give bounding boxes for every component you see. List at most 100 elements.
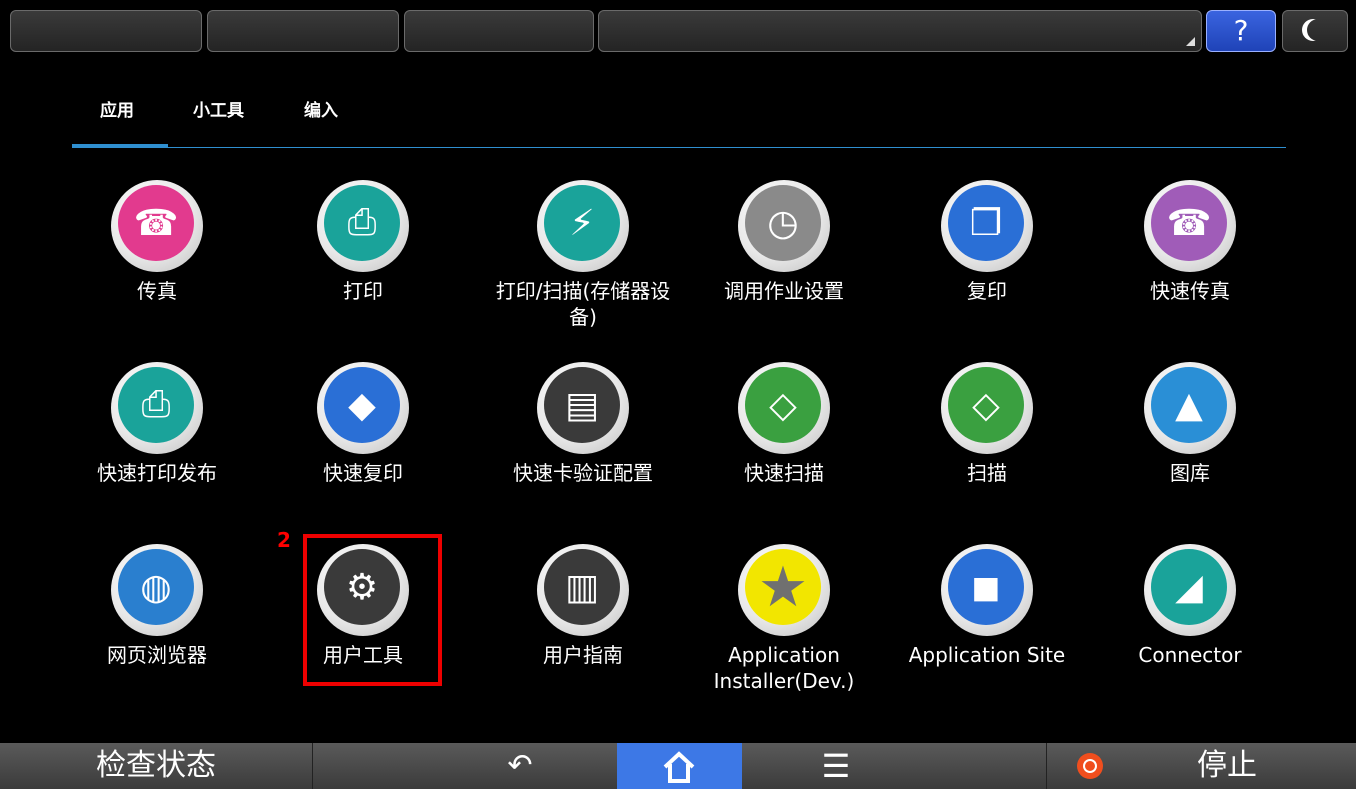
menu-icon: ☰: [821, 747, 851, 785]
app-label: 快速复印: [323, 461, 403, 485]
app-label: 快速打印发布: [97, 461, 217, 485]
app-tile[interactable]: ☎ 传真: [57, 180, 257, 304]
check-status-button[interactable]: 检查状态: [0, 743, 313, 789]
message-field[interactable]: [598, 10, 1202, 52]
app-icon-ring: ◍: [111, 544, 203, 636]
app-icon-ring: ▲: [1144, 362, 1236, 454]
app-tile[interactable]: ◇ 扫描: [887, 362, 1087, 486]
tab-active-indicator: [72, 144, 168, 148]
app-label: 快速卡验证配置: [513, 461, 653, 485]
quick-print-release-icon: ⎙: [141, 384, 171, 425]
app-icon-badge: ◼: [948, 549, 1024, 625]
book-icon: ▥: [564, 566, 599, 608]
app-icon-badge: ☎: [1151, 185, 1227, 261]
app-label: Connector: [1138, 643, 1242, 667]
fax-icon: ☎: [133, 202, 179, 244]
app-icon-badge: ⎙: [118, 367, 194, 443]
stop-button[interactable]: 停止: [1046, 743, 1356, 789]
app-tile[interactable]: ◆ 快速复印: [263, 362, 463, 486]
tab-widgets[interactable]: 小工具: [193, 96, 244, 121]
connector-icon: ◢: [1175, 566, 1203, 608]
top-bar: ?: [0, 0, 1356, 62]
app-icon-badge: ⚡: [544, 185, 620, 261]
app-icon-ring: ▥: [537, 544, 629, 636]
app-tile[interactable]: ◼ Application Site: [887, 544, 1087, 668]
app-tile[interactable]: ▥ 用户指南: [483, 544, 683, 668]
back-icon: ↶: [507, 748, 533, 783]
app-label: 快速扫描: [744, 461, 824, 485]
tab-underline: [72, 147, 1286, 148]
app-tile[interactable]: ◢ Connector: [1090, 544, 1290, 668]
app-icon-badge: ▤: [544, 367, 620, 443]
app-icon-badge: ◷: [745, 185, 821, 261]
app-tile[interactable]: ◇ 快速扫描: [684, 362, 884, 486]
globe-icon: ◍: [140, 566, 172, 608]
quick-copy-icon: ◆: [348, 384, 376, 426]
app-icon-ring: ☎: [1144, 180, 1236, 272]
help-button[interactable]: ?: [1206, 10, 1276, 52]
bottom-bar: 检查状态 ↶ ☰ 停止: [0, 743, 1356, 789]
app-icon-badge: ▲: [1151, 367, 1227, 443]
highlight-box: [303, 534, 442, 686]
app-icon-ring: ▤: [537, 362, 629, 454]
app-icon-ring: ⚡: [537, 180, 629, 272]
moon-icon: [1307, 19, 1329, 41]
home-button[interactable]: [617, 743, 742, 789]
top-slot-3[interactable]: [404, 10, 594, 52]
app-icon-ring: ❐: [941, 180, 1033, 272]
menu-button[interactable]: ☰: [806, 743, 866, 789]
app-tile[interactable]: ☎ 快速传真: [1090, 180, 1290, 304]
app-icon-ring: ◢: [1144, 544, 1236, 636]
app-tile[interactable]: ⎙ 打印: [263, 180, 463, 304]
app-icon-ring: ⎙: [317, 180, 409, 272]
app-tile[interactable]: ⎙ 快速打印发布: [57, 362, 257, 486]
shopping-bag-icon: ◼: [971, 566, 1001, 608]
app-icon-ring: ◷: [738, 180, 830, 272]
app-tile[interactable]: ◷ 调用作业设置: [684, 180, 884, 304]
app-icon-badge: ⎙: [324, 185, 400, 261]
app-label: 网页浏览器: [107, 643, 207, 667]
app-label: Application Installer(Dev.): [713, 643, 855, 693]
app-tile[interactable]: ▤ 快速卡验证配置: [483, 362, 683, 486]
app-tile[interactable]: ▲ 图库: [1090, 362, 1290, 486]
app-icon-badge: ◇: [948, 367, 1024, 443]
tab-program[interactable]: 编入: [304, 96, 338, 121]
star-icon: ★: [757, 554, 809, 620]
gallery-icon: ▲: [1175, 384, 1203, 426]
app-icon-badge: ◍: [118, 549, 194, 625]
app-icon-ring: ★: [738, 544, 830, 636]
home-icon: [663, 751, 695, 783]
app-icon-ring: ☎: [111, 180, 203, 272]
app-icon-badge: ❐: [948, 185, 1024, 261]
app-tile[interactable]: ◍ 网页浏览器: [57, 544, 257, 668]
app-icon-badge: ◇: [745, 367, 821, 443]
history-clock-icon: ◷: [767, 202, 799, 244]
app-tile[interactable]: ❐ 复印: [887, 180, 1087, 304]
app-icon-ring: ◇: [738, 362, 830, 454]
quick-fax-icon: ☎: [1166, 202, 1212, 244]
copy-icon: ❐: [969, 202, 1003, 244]
app-label: Application Site: [908, 643, 1066, 667]
app-label: 图库: [1170, 461, 1210, 485]
app-label: 打印/扫描(存储器设备): [495, 279, 671, 329]
annotation-number: 2: [277, 528, 291, 552]
stop-icon: [1077, 753, 1103, 779]
app-label: 传真: [137, 279, 177, 303]
usb-icon: ⚡: [569, 202, 595, 244]
tab-apps[interactable]: 应用: [100, 96, 134, 121]
app-label: 调用作业设置: [724, 279, 844, 303]
app-label: 打印: [343, 279, 383, 303]
quick-scan-icon: ◇: [769, 384, 797, 426]
top-slot-1[interactable]: [10, 10, 202, 52]
top-slot-2[interactable]: [207, 10, 399, 52]
app-icon-ring: ◼: [941, 544, 1033, 636]
energy-saver-button[interactable]: [1282, 10, 1348, 52]
back-button[interactable]: ↶: [490, 743, 550, 789]
app-label: 扫描: [967, 461, 1007, 485]
card-auth-icon: ▤: [564, 384, 599, 426]
printer-icon: ⎙: [347, 202, 377, 243]
app-label: 复印: [967, 279, 1007, 303]
app-tile[interactable]: ⚡ 打印/扫描(存储器设备): [483, 180, 683, 330]
app-tile[interactable]: ★ Application Installer(Dev.): [684, 544, 884, 694]
scanner-icon: ◇: [972, 384, 1000, 426]
